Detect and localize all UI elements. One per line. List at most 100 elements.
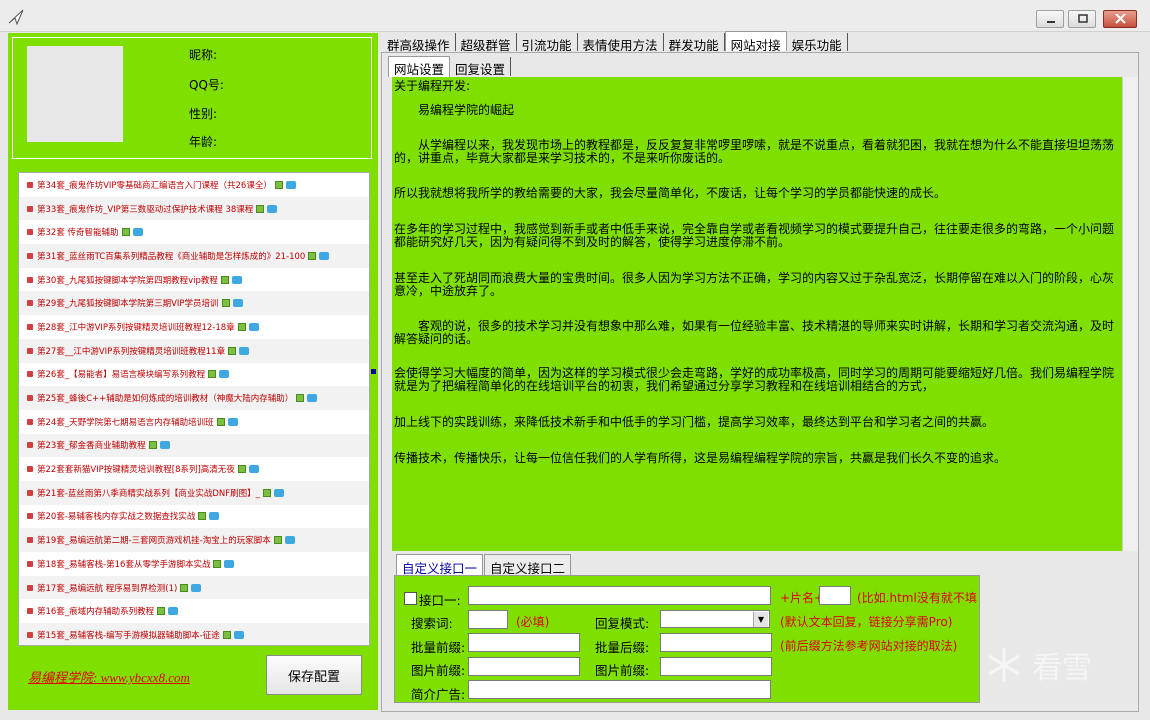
- download-icon: [274, 180, 283, 189]
- list-item[interactable]: 第34套_痕鬼作坊VIP零基础商汇编语言入门课程（共26课全）: [19, 173, 369, 197]
- list-item[interactable]: 第21套-蓝丝雨第八季商精实战系列【商业实战DNF刷图】_: [19, 480, 369, 505]
- suffix-label: +片名+: [780, 591, 825, 605]
- course-title: 第32套 传奇智能辅助: [37, 228, 119, 239]
- new-badge-icon: [319, 251, 330, 260]
- reply-mode-label: 回复模式:: [595, 616, 650, 631]
- new-badge-icon: [191, 583, 202, 592]
- list-item[interactable]: 第17套_易编远航 程序易到界检测(1): [19, 575, 369, 600]
- new-badge-icon: [227, 417, 238, 426]
- bullet-icon: [27, 300, 33, 307]
- bullet-icon: [27, 631, 33, 638]
- snowflake-icon: [988, 648, 1020, 682]
- course-title: 第18套_易辅客栈-第16套从零学手游脚本实战: [37, 559, 211, 570]
- subtab-1[interactable]: 回复设置: [450, 57, 512, 77]
- new-badge-icon: [307, 394, 318, 403]
- list-item[interactable]: 第27套__江中游VIP系列按键精灵培训班教程11章: [19, 338, 369, 363]
- vertical-scrollbar[interactable]: [1122, 77, 1138, 551]
- maximize-icon: [1078, 14, 1088, 23]
- tab-0[interactable]: 群高级操作: [382, 33, 456, 53]
- tab-custom-interface-2[interactable]: 自定义接口二: [484, 554, 572, 576]
- bullet-icon: [27, 205, 33, 212]
- list-item[interactable]: 第30套_九尾狐按键脚本学院第四期教程vip教程: [19, 268, 369, 292]
- tab-3[interactable]: 表情使用方法: [578, 33, 664, 53]
- course-title: 第33套_痕鬼作坊_VIP第三数驱动过保护技术课程 38课程: [37, 204, 254, 215]
- download-icon: [273, 536, 282, 545]
- list-item[interactable]: 第29套_九尾狐按键脚本学院第三期VIP学员培训: [19, 291, 369, 316]
- website-link[interactable]: 易编程学院: www.ybcxx8.com: [28, 667, 190, 686]
- image-prefix-2-input[interactable]: [660, 657, 772, 676]
- minimize-button[interactable]: [1036, 10, 1064, 28]
- new-badge-icon: [285, 180, 296, 189]
- new-badge-icon: [239, 346, 250, 355]
- maximize-button[interactable]: [1068, 10, 1096, 28]
- bullet-icon: [27, 418, 33, 425]
- image-prefix-2-label: 图片前缀:: [595, 663, 650, 678]
- list-item[interactable]: 第31套_蓝丝雨TC百集系列精品教程《商业辅助是怎样炼成的》21-100: [19, 244, 369, 268]
- tab-4[interactable]: 群发功能: [664, 33, 725, 53]
- bullet-icon: [27, 323, 33, 330]
- new-badge-icon: [248, 322, 259, 331]
- ad-input[interactable]: [468, 680, 771, 699]
- interface-url-input[interactable]: [468, 586, 771, 605]
- suffix-note: (比如.html没有就不填: [857, 591, 977, 605]
- download-icon: [308, 251, 317, 260]
- search-input[interactable]: [468, 610, 508, 629]
- bullet-icon: [27, 347, 33, 354]
- batch-prefix-input[interactable]: [468, 633, 580, 652]
- course-title: 第20套-易辅客栈内存实战之数据查找实战: [37, 512, 196, 523]
- about-paragraph: 甚至走入了死胡同而浪费大量的宝贵时间。很多人因为学习方法不正确，学习的内容又过于…: [394, 271, 1115, 298]
- age-label: 年龄:: [189, 135, 218, 149]
- close-button[interactable]: [1103, 10, 1137, 28]
- list-item[interactable]: 第28套_江中游VIP系列按键精灵培训班教程12-18章: [19, 315, 369, 339]
- list-item[interactable]: 第16套_痕域内存辅助系列教程: [19, 599, 369, 623]
- reply-mode-select[interactable]: ▼: [660, 610, 770, 628]
- list-item[interactable]: 第26套_【易能者】易语言模块编写系列教程: [19, 363, 369, 387]
- list-item[interactable]: 第23套_郁金香商业辅助教程: [19, 433, 369, 458]
- new-badge-icon: [273, 488, 284, 497]
- suffix-input[interactable]: [819, 586, 851, 605]
- bullet-icon: [27, 513, 33, 520]
- tab-6[interactable]: 娱乐功能: [787, 33, 848, 53]
- bullet-icon: [27, 371, 33, 378]
- list-item[interactable]: 第32套 传奇智能辅助: [19, 220, 369, 244]
- course-list[interactable]: 第34套_痕鬼作坊VIP零基础商汇编语言入门课程（共26课全） 第33套_痕鬼作坊…: [18, 172, 370, 646]
- list-item[interactable]: 第33套_痕鬼作坊_VIP第三数驱动过保护技术课程 38课程: [19, 196, 369, 221]
- list-item[interactable]: 第19套_易编远航第二期-三套网页游戏机挂-淘宝上的玩家脚本: [19, 528, 369, 552]
- bullet-icon: [27, 181, 33, 188]
- about-text-area[interactable]: 关于编程开发: 易编程学院的崛起 从学编程以来，我发现市场上的教程都是，反反复复…: [392, 77, 1122, 551]
- about-paragraph: 所以我就想将我所学的教给需要的大家，我会尽量简单化，不废话，让每个学习的学员都能…: [394, 186, 947, 200]
- list-item[interactable]: 第25套_蜂後C++辅助是如何炼成的培训教材（神魔大陆内存辅助）: [19, 386, 369, 410]
- download-icon: [198, 512, 207, 521]
- download-icon: [220, 275, 229, 284]
- save-config-button[interactable]: 保存配置: [266, 655, 362, 695]
- new-badge-icon: [159, 441, 170, 450]
- splitter-handle[interactable]: [371, 369, 376, 374]
- download-icon: [296, 394, 305, 403]
- bullet-icon: [27, 537, 33, 544]
- bullet-icon: [27, 466, 33, 473]
- download-icon: [256, 204, 265, 213]
- subtab-0[interactable]: 网站设置: [388, 56, 451, 77]
- interface-enable-checkbox[interactable]: [404, 592, 417, 605]
- download-icon: [237, 465, 246, 474]
- watermark-text: 看雪: [1032, 651, 1092, 686]
- tab-2[interactable]: 引流功能: [517, 33, 578, 53]
- search-label: 搜索词:: [411, 616, 453, 631]
- tab-1[interactable]: 超级群管: [456, 33, 517, 53]
- about-title: 易编程学院的崛起: [418, 103, 515, 117]
- list-item[interactable]: 第20套-易辅客栈内存实战之数据查找实战: [19, 505, 369, 529]
- title-bar: [0, 0, 1150, 32]
- batch-suffix-input[interactable]: [660, 633, 772, 652]
- new-badge-icon: [224, 559, 235, 568]
- tab-custom-interface-1[interactable]: 自定义接口一: [396, 554, 484, 576]
- list-item[interactable]: 第24套_天野学院第七期易语言内存辅助培训班: [19, 410, 369, 434]
- new-badge-icon: [284, 536, 295, 545]
- image-prefix-input[interactable]: [468, 657, 580, 676]
- course-title: 第34套_痕鬼作坊VIP零基础商汇编语言入门课程（共26课全）: [37, 180, 272, 191]
- minimize-icon: [1047, 21, 1055, 23]
- list-item[interactable]: 第18套_易辅客栈-第16套从零学手游脚本实战: [19, 552, 369, 576]
- list-item[interactable]: 第15套_易辅客栈-编写手游模拟器辅助脚本-征途: [19, 623, 369, 645]
- tab-5[interactable]: 网站对接: [724, 31, 787, 53]
- list-item[interactable]: 第22套套新猫VIP按键精灵培训教程[8系列]高清无夜: [19, 457, 369, 481]
- course-title: 第29套_九尾狐按键脚本学院第三期VIP学员培训: [37, 299, 219, 310]
